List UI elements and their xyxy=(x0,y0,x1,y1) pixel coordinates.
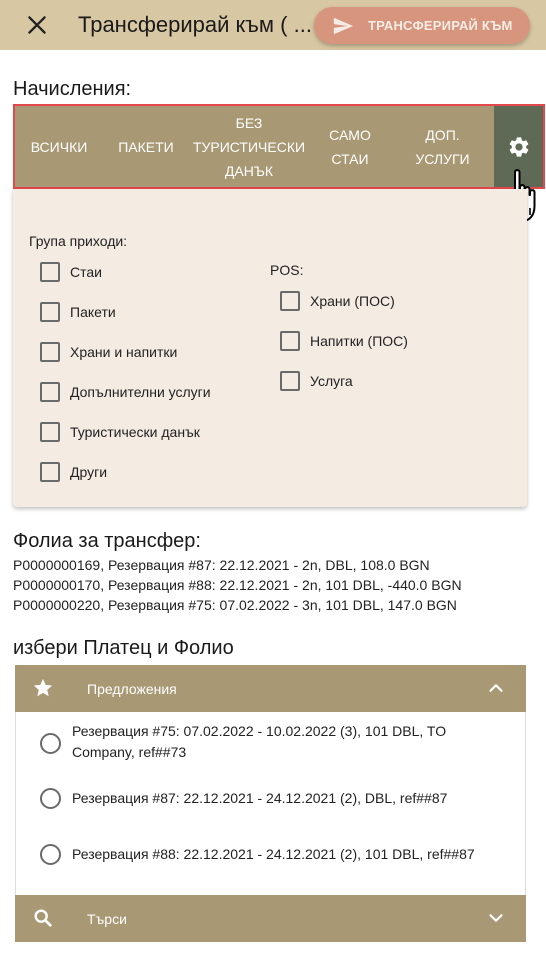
gear-icon xyxy=(509,136,528,157)
page-title: Трансферирай към ( ... xyxy=(78,12,312,37)
checkbox-box[interactable] xyxy=(40,422,60,442)
payer-option[interactable]: Резервация #75: 07.02.2022 - 10.02.2022 … xyxy=(40,721,512,763)
checkbox-packages[interactable]: Пакети xyxy=(40,302,116,322)
folio-item: P0000000169, Резервация #87: 22.12.2021 … xyxy=(13,557,430,573)
checkbox-box[interactable] xyxy=(40,262,60,282)
radio-button[interactable] xyxy=(40,788,61,809)
search-icon xyxy=(34,909,52,927)
suggestions-list: Резервация #75: 07.02.2022 - 10.02.2022 … xyxy=(15,712,526,895)
checkbox-box[interactable] xyxy=(40,302,60,322)
payer-option-label: Резервация #88: 22.12.2021 - 24.12.2021 … xyxy=(72,846,475,862)
tab-label: САМО СТАИ xyxy=(329,126,371,167)
checkbox-label: Други xyxy=(70,464,108,480)
tab-label: БЕЗ ТУРИСТИЧЕСКИ ДАНЪК xyxy=(192,114,306,179)
checkbox-label: Храни и напитки xyxy=(70,344,178,360)
folio-item: P0000000220, Резервация #75: 07.02.2022 … xyxy=(13,597,457,613)
transfer-to-button-label: ТРАНСФЕРИРАЙ КЪМ xyxy=(368,18,513,33)
checkbox-box[interactable] xyxy=(280,291,300,311)
checkbox-label: Услуга xyxy=(310,373,353,389)
folio-item: P0000000170, Резервация #88: 22.12.2021 … xyxy=(13,577,462,593)
send-icon xyxy=(333,17,354,34)
tab-label: ДОП. УСЛУГИ xyxy=(415,126,470,167)
search-panel-header[interactable]: Търси xyxy=(15,895,526,942)
checkbox-box[interactable] xyxy=(40,342,60,362)
close-icon xyxy=(28,16,46,34)
transfer-to-button[interactable]: ТРАНСФЕРИРАЙ КЪМ xyxy=(314,7,530,44)
checkbox-box[interactable] xyxy=(40,382,60,402)
checkbox-food-pos[interactable]: Храни (ПОС) xyxy=(280,291,395,311)
tab-rooms-only[interactable]: САМО СТАИ xyxy=(309,106,391,187)
charges-tabs: ВСИЧКИ ПАКЕТИ БЕЗ ТУРИСТИЧЕСКИ ДАНЪК САМ… xyxy=(15,106,543,187)
charges-filter-panel: Група приходи: Стаи Пакети Храни и напит… xyxy=(13,189,527,507)
radio-button[interactable] xyxy=(40,733,61,754)
close-button[interactable] xyxy=(24,12,50,38)
checkbox-additional-services[interactable]: Допълнителни услуги xyxy=(40,382,211,402)
pos-label: POS: xyxy=(270,262,304,278)
payer-option-label: Резервация #87: 22.12.2021 - 24.12.2021 … xyxy=(72,790,448,806)
payer-option[interactable]: Резервация #87: 22.12.2021 - 24.12.2021 … xyxy=(40,788,512,809)
tab-extra-services[interactable]: ДОП. УСЛУГИ xyxy=(391,106,494,187)
search-label: Търси xyxy=(87,910,127,927)
checkbox-tourist-tax[interactable]: Туристически данък xyxy=(40,422,200,442)
tab-label: ВСИЧКИ xyxy=(30,138,88,155)
suggestions-label: Предложения xyxy=(87,680,177,697)
checkbox-rooms[interactable]: Стаи xyxy=(40,262,102,282)
tab-no-tourist-tax[interactable]: БЕЗ ТУРИСТИЧЕСКИ ДАНЪК xyxy=(189,106,309,187)
suggestions-panel-header[interactable]: Предложения xyxy=(15,665,526,712)
checkbox-service[interactable]: Услуга xyxy=(280,371,353,391)
checkbox-drinks-pos[interactable]: Напитки (ПОС) xyxy=(280,331,408,351)
star-icon xyxy=(33,678,53,697)
checkbox-food-and-drinks[interactable]: Храни и напитки xyxy=(40,342,177,362)
charges-label: Начисления: xyxy=(13,78,132,100)
payer-option-label: Резервация #75: 07.02.2022 - 10.02.2022 … xyxy=(72,723,447,760)
checkbox-label: Пакети xyxy=(70,304,116,320)
checkbox-label: Напитки (ПОС) xyxy=(310,333,408,349)
chevron-up-icon xyxy=(489,684,503,692)
payer-option[interactable]: Резервация #88: 22.12.2021 - 24.12.2021 … xyxy=(40,844,512,865)
tab-all[interactable]: ВСИЧКИ xyxy=(15,106,103,187)
payer-label: избери Платец и Фолио xyxy=(13,637,234,659)
tab-label: ПАКЕТИ xyxy=(118,138,174,155)
checkbox-box[interactable] xyxy=(280,331,300,351)
folios-label: Фолиа за трансфер: xyxy=(13,530,201,552)
radio-button[interactable] xyxy=(40,844,61,865)
checkbox-label: Стаи xyxy=(70,264,102,280)
checkbox-box[interactable] xyxy=(40,462,60,482)
checkbox-label: Туристически данък xyxy=(70,424,200,440)
checkbox-box[interactable] xyxy=(280,371,300,391)
checkbox-other[interactable]: Други xyxy=(40,462,107,482)
checkbox-label: Допълнителни услуги xyxy=(70,384,211,400)
tab-packages[interactable]: ПАКЕТИ xyxy=(103,106,189,187)
app-header: Трансферирай към ( ... ТРАНСФЕРИРАЙ КЪМ xyxy=(0,0,546,50)
checkbox-label: Храни (ПОС) xyxy=(310,293,395,309)
chevron-down-icon xyxy=(489,914,503,922)
income-group-label: Група приходи: xyxy=(29,233,128,249)
tab-settings[interactable] xyxy=(494,106,543,187)
